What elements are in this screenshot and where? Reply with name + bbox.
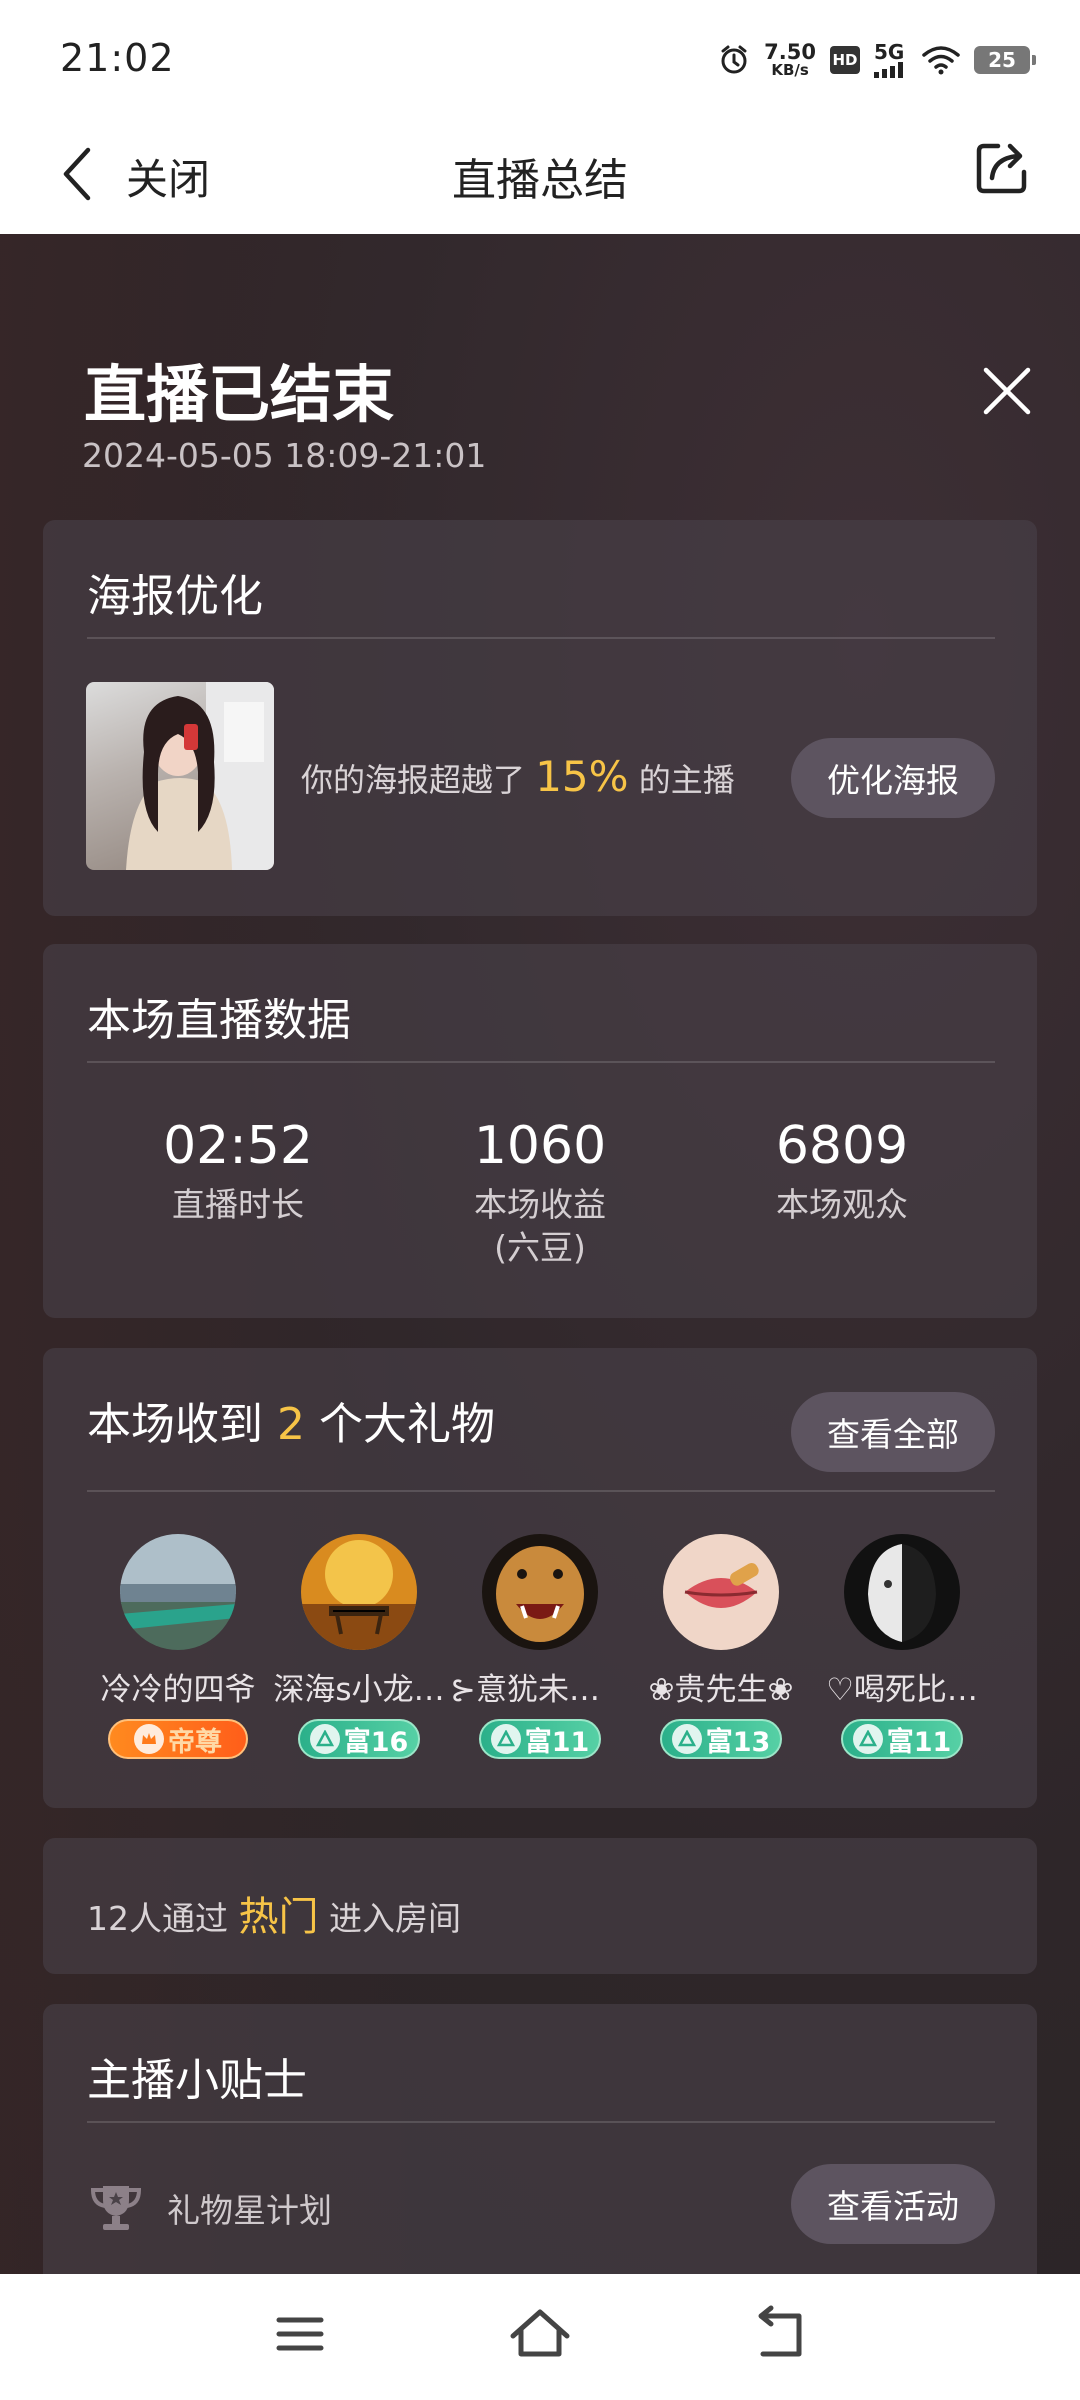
diamond-icon [852,1724,883,1754]
stat-duration: 02:52 直播时长 [88,1116,388,1227]
poster-description: 你的海报超越了 15% 的主播 [301,752,735,801]
level-badge: 富11 [479,1719,601,1759]
divider [87,637,995,639]
avatar [663,1534,779,1650]
close-icon [983,367,1031,415]
stat-label: 本场观众 [776,1185,908,1224]
stat-label: 直播时长 [172,1185,304,1224]
avatar [844,1534,960,1650]
status-icons: 7.50 KB/s HD 5G 25 [718,36,1036,84]
badge-label: 富11 [524,1726,590,1758]
net-speed-unit: KB/s [771,61,809,79]
poster-image [126,682,274,870]
alarm-icon [718,44,750,76]
badge-label: 富11 [886,1726,952,1758]
divider [87,1490,995,1492]
gifter-item[interactable]: 冷冷的四爷 帝尊 [88,1534,268,1759]
signal-icon: 5G [874,42,908,78]
tips-card: 主播小贴士 礼物星计划 查看活动 [43,2004,1037,2294]
badge-label: 富16 [343,1726,409,1758]
avatar [120,1534,236,1650]
divider [87,2121,995,2123]
diamond-icon [490,1724,521,1754]
tips-card-title: 主播小贴士 [87,2055,307,2106]
level-badge: 帝尊 [108,1719,248,1759]
stat-earnings: 1060 本场收益 (六豆) [390,1116,690,1270]
stat-audience: 6809 本场观众 [692,1116,992,1227]
poster-desc-suffix: 的主播 [638,761,735,799]
view-activity-button[interactable]: 查看活动 [791,2164,995,2244]
divider [87,1061,995,1063]
poster-card-title: 海报优化 [87,571,263,622]
gifts-count: 2 [277,1399,305,1450]
trophy-icon [90,2186,142,2230]
diamond-icon [671,1724,702,1754]
gifter-item[interactable]: ⊱意犹未尽… 富11 [450,1534,630,1759]
stat-value: 02:52 [163,1116,313,1176]
tip-label: 礼物星计划 [167,2191,332,2230]
gifter-name: ♡喝死比… [826,1672,978,1708]
poster-thumbnail[interactable] [86,682,274,870]
stat-label: 本场收益 (六豆) [474,1185,606,1267]
view-all-gifts-button[interactable]: 查看全部 [791,1392,995,1472]
gifter-item[interactable]: 深海s小龙… 富16 [269,1534,449,1759]
gifter-name: 冷冷的四爷 [100,1672,256,1708]
tip-item: 礼物星计划 [87,2182,332,2234]
home-button[interactable] [505,2304,575,2364]
wifi-icon [922,45,960,75]
battery-icon: 25 [974,46,1036,74]
share-button[interactable] [972,138,1032,198]
poster-card: 海报优化 你的海报超越了 15% 的主播 优化海报 [43,520,1037,916]
poster-desc-prefix: 你的海报超越了 [301,761,526,799]
hot-suffix: 进入房间 [329,1899,461,1938]
level-badge: 富16 [298,1719,420,1759]
status-bar: 21:02 7.50 KB/s HD 5G 25 [0,0,1080,118]
dismiss-button[interactable] [978,362,1036,420]
back-icon [758,2305,802,2357]
optimize-poster-button[interactable]: 优化海报 [791,738,995,818]
gifter-item[interactable]: ♡喝死比… 富11 [812,1534,992,1759]
hot-prefix: 12人通过 [87,1899,228,1938]
page-title: 直播总结 [452,155,628,206]
nav-bar: 关闭 直播总结 [0,118,1080,234]
hot-highlight: 热门 [238,1894,319,1940]
avatar [301,1534,417,1650]
home-icon [510,2309,570,2357]
level-badge: 富13 [660,1719,782,1759]
live-stats-card: 本场直播数据 02:52 直播时长 1060 本场收益 (六豆) 6809 本场… [43,944,1037,1318]
summary-content: 直播已结束 2024-05-05 18:09-21:01 海报优化 你的海报超越… [0,234,1080,2294]
hot-entry-text: 12人通过 热门 进入房间 [87,1884,461,1942]
gifts-card: 本场收到 2 个大礼物 查看全部 冷冷的四爷 帝尊 深海s小龙… 富16 ⊱意犹… [43,1348,1037,1808]
net-speed: 7.50 KB/s [764,42,816,78]
live-date-range: 2024-05-05 18:09-21:01 [82,436,487,475]
diamond-icon [309,1724,340,1754]
gifter-item[interactable]: ❀贵先生❀ 富13 [631,1534,811,1759]
share-icon [976,143,1027,194]
gifts-card-title: 本场收到 2 个大礼物 [87,1388,495,1452]
level-badge: 富11 [841,1719,963,1759]
status-time: 21:02 [60,36,175,80]
crown-icon [134,1724,164,1754]
gifter-name: ❀贵先生❀ [648,1672,794,1708]
menu-icon [276,2317,324,2351]
gifts-title-prefix: 本场收到 [87,1399,263,1450]
gifter-name: ⊱意犹未尽… [450,1672,630,1708]
hd-icon: HD [830,46,860,74]
gifter-name: 深海s小龙… [273,1672,445,1708]
stats-card-title: 本场直播数据 [87,995,351,1046]
system-nav-bar [0,2274,1080,2400]
gifts-title-suffix: 个大礼物 [319,1399,495,1450]
stat-value: 1060 [473,1116,607,1176]
badge-label: 帝尊 [168,1726,222,1758]
back-nav-button[interactable] [745,2304,815,2364]
badge-label: 富13 [705,1726,771,1758]
live-ended-title: 直播已结束 [84,358,395,431]
poster-percent: 15% [535,752,629,801]
network-type-label: 5G [874,40,905,64]
hot-entry-card: 12人通过 热门 进入房间 [43,1838,1037,1974]
avatar [482,1534,598,1650]
menu-button[interactable] [265,2304,335,2364]
stat-value: 6809 [775,1116,909,1176]
net-speed-value: 7.50 [764,40,816,64]
